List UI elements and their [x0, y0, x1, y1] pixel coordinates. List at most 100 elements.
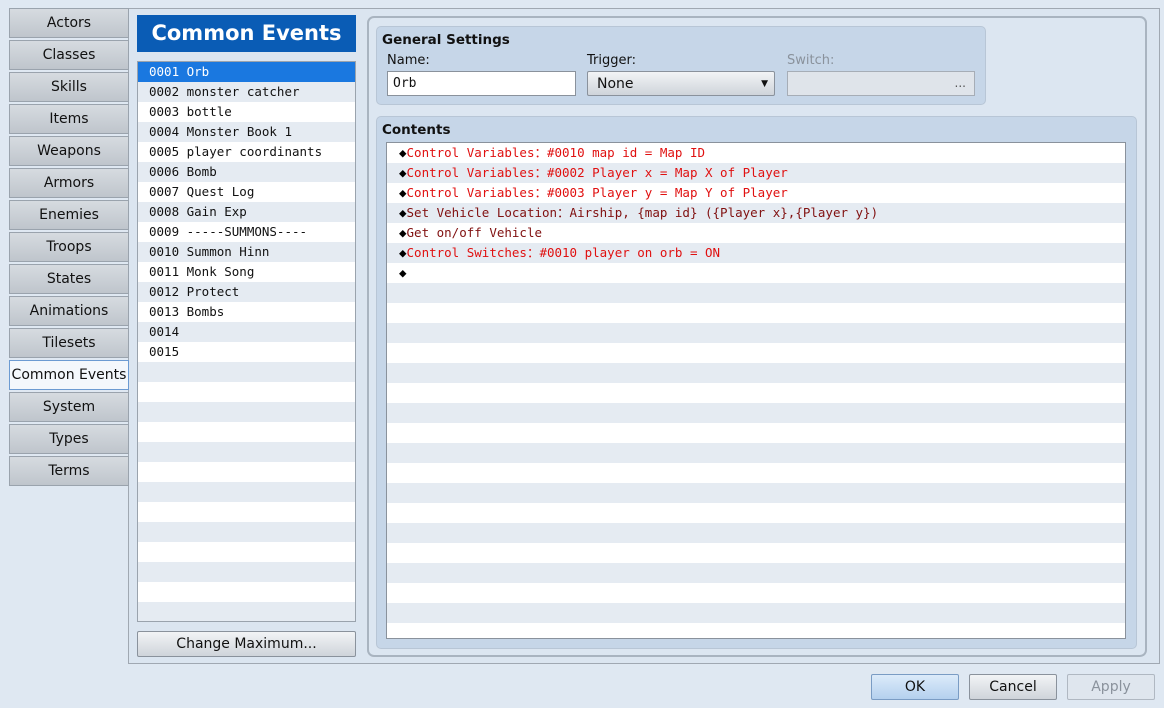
event-item[interactable]: 0008 Gain Exp — [138, 202, 355, 222]
empty-row — [138, 562, 355, 582]
general-settings: General Settings Name: Orb Trigger: None… — [376, 26, 986, 105]
event-item[interactable]: 0001 Orb — [138, 62, 355, 82]
tab-terms[interactable]: Terms — [9, 456, 129, 486]
empty-row — [387, 343, 1125, 363]
tab-system[interactable]: System — [9, 392, 129, 422]
empty-row — [138, 542, 355, 562]
event-item[interactable]: 0007 Quest Log — [138, 182, 355, 202]
event-item[interactable]: 0015 — [138, 342, 355, 362]
general-settings-title: General Settings — [382, 32, 510, 48]
empty-row — [387, 463, 1125, 483]
command-text: Get on/off Vehicle — [406, 225, 542, 240]
event-item[interactable]: 0006 Bomb — [138, 162, 355, 182]
empty-row — [138, 382, 355, 402]
tab-skills[interactable]: Skills — [9, 72, 129, 102]
command-marker: ◆ — [399, 265, 407, 280]
change-maximum-button[interactable]: Change Maximum... — [137, 631, 356, 657]
empty-row — [138, 442, 355, 462]
empty-row — [387, 383, 1125, 403]
event-item[interactable]: 0003 bottle — [138, 102, 355, 122]
empty-row — [387, 483, 1125, 503]
switch-label: Switch: — [787, 53, 835, 68]
event-item[interactable]: 0004 Monster Book 1 — [138, 122, 355, 142]
empty-row — [387, 623, 1125, 638]
empty-row — [138, 502, 355, 522]
trigger-select[interactable]: None ▼ — [587, 71, 775, 96]
common-events-list[interactable]: 0001 Orb 0002 monster catcher 0003 bottle 0… — [137, 61, 356, 622]
empty-row — [387, 403, 1125, 423]
command-marker: ◆ — [399, 185, 407, 200]
section-title: Common Events — [137, 15, 356, 52]
empty-row — [387, 603, 1125, 623]
event-item[interactable]: 0014 — [138, 322, 355, 342]
empty-row — [387, 583, 1125, 603]
tab-types[interactable]: Types — [9, 424, 129, 454]
tab-actors[interactable]: Actors — [9, 8, 129, 38]
empty-row — [387, 503, 1125, 523]
name-label: Name: — [387, 53, 430, 68]
tab-armors[interactable]: Armors — [9, 168, 129, 198]
tab-states[interactable]: States — [9, 264, 129, 294]
trigger-label: Trigger: — [587, 53, 636, 68]
apply-button[interactable]: Apply — [1067, 674, 1155, 700]
event-item[interactable]: 0012 Protect — [138, 282, 355, 302]
empty-row — [387, 323, 1125, 343]
event-item[interactable]: 0013 Bombs — [138, 302, 355, 322]
command-text: Set Vehicle Location：Airship, {map id} (… — [406, 205, 879, 220]
command-row[interactable]: ◆Control Variables：#0010 map id = Map ID — [387, 143, 1125, 163]
tab-classes[interactable]: Classes — [9, 40, 129, 70]
empty-row — [138, 602, 355, 621]
empty-row — [387, 363, 1125, 383]
empty-row — [138, 522, 355, 542]
empty-row — [387, 563, 1125, 583]
switch-selector: ... — [787, 71, 975, 96]
empty-row — [138, 462, 355, 482]
empty-row — [387, 283, 1125, 303]
tab-animations[interactable]: Animations — [9, 296, 129, 326]
event-item[interactable]: 0011 Monk Song — [138, 262, 355, 282]
event-item[interactable]: 0005 player coordinants — [138, 142, 355, 162]
command-marker: ◆ — [399, 205, 407, 220]
command-marker: ◆ — [399, 145, 407, 160]
command-row[interactable]: ◆Control Variables：#0003 Player y = Map … — [387, 183, 1125, 203]
ok-button[interactable]: OK — [871, 674, 959, 700]
command-row[interactable]: ◆Set Vehicle Location：Airship, {map id} … — [387, 203, 1125, 223]
empty-row — [387, 303, 1125, 323]
chevron-down-icon: ▼ — [761, 79, 768, 89]
database-tabs: Actors Classes Skills Items Weapons Armors Ene… — [9, 8, 129, 488]
event-item[interactable]: 0009 -----SUMMONS---- — [138, 222, 355, 242]
event-item[interactable]: 0010 Summon Hinn — [138, 242, 355, 262]
tab-weapons[interactable]: Weapons — [9, 136, 129, 166]
tab-tilesets[interactable]: Tilesets — [9, 328, 129, 358]
empty-row — [138, 482, 355, 502]
empty-row — [387, 523, 1125, 543]
command-row[interactable]: ◆ — [387, 263, 1125, 283]
event-item[interactable]: 0002 monster catcher — [138, 82, 355, 102]
empty-row — [387, 443, 1125, 463]
tab-troops[interactable]: Troops — [9, 232, 129, 262]
empty-row — [138, 422, 355, 442]
command-marker: ◆ — [399, 245, 407, 260]
command-row[interactable]: ◆Control Variables：#0002 Player x = Map … — [387, 163, 1125, 183]
trigger-value: None — [597, 76, 634, 92]
command-text: Control Switches：#0010 player on orb = O… — [406, 245, 721, 260]
command-marker: ◆ — [399, 225, 407, 240]
command-text: Control Variables：#0003 Player y = Map Y… — [406, 185, 788, 200]
command-row[interactable]: ◆Get on/off Vehicle — [387, 223, 1125, 243]
name-input[interactable]: Orb — [387, 71, 576, 96]
cancel-button[interactable]: Cancel — [969, 674, 1057, 700]
command-marker: ◆ — [399, 165, 407, 180]
empty-row — [387, 543, 1125, 563]
empty-row — [138, 582, 355, 602]
tab-enemies[interactable]: Enemies — [9, 200, 129, 230]
empty-row — [138, 362, 355, 382]
command-text: Control Variables：#0010 map id = Map ID — [406, 145, 706, 160]
command-text: Control Variables：#0002 Player x = Map X… — [406, 165, 788, 180]
tab-common-events[interactable]: Common Events — [9, 360, 129, 390]
empty-row — [387, 423, 1125, 443]
contents-title: Contents — [382, 122, 451, 138]
command-row[interactable]: ◆Control Switches：#0010 player on orb = … — [387, 243, 1125, 263]
empty-row — [138, 402, 355, 422]
tab-items[interactable]: Items — [9, 104, 129, 134]
command-list[interactable]: ◆Control Variables：#0010 map id = Map ID… — [386, 142, 1126, 639]
